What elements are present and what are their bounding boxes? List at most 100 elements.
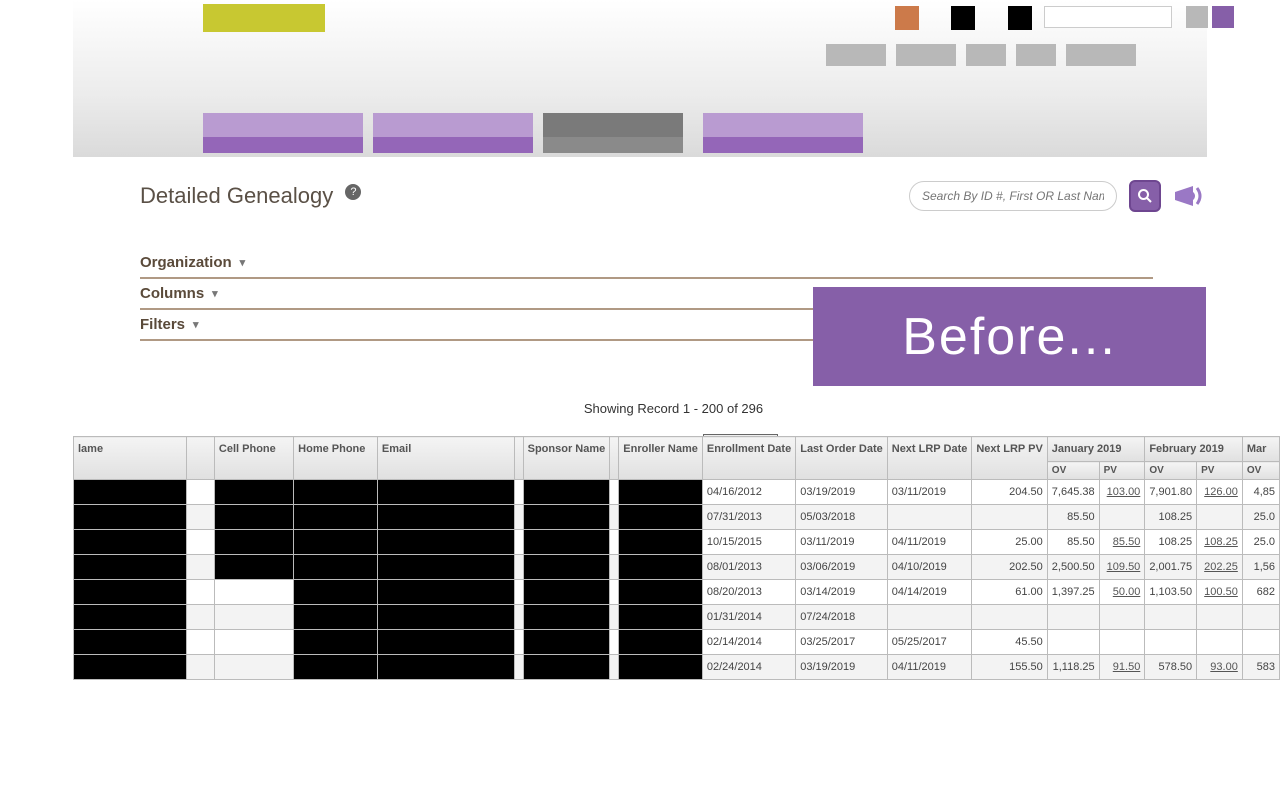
table-cell bbox=[1145, 605, 1197, 630]
th-pv2[interactable]: PV bbox=[1197, 462, 1243, 480]
table-cell bbox=[1197, 605, 1243, 630]
th-cell-phone[interactable]: Cell Phone bbox=[214, 437, 293, 480]
th-pv1[interactable]: PV bbox=[1099, 462, 1145, 480]
table-cell[interactable]: 109.50 bbox=[1099, 555, 1145, 580]
table-cell[interactable]: 108.25 bbox=[1197, 530, 1243, 555]
table-cell bbox=[377, 555, 514, 580]
help-icon[interactable]: ? bbox=[345, 184, 361, 200]
table-cell bbox=[294, 530, 378, 555]
header-search-box[interactable] bbox=[1044, 6, 1172, 28]
chevron-down-icon: ▾ bbox=[212, 287, 218, 300]
table-cell: 578.50 bbox=[1145, 655, 1197, 680]
table-cell bbox=[187, 655, 215, 680]
pv-link[interactable]: 93.00 bbox=[1210, 661, 1238, 673]
megaphone-icon[interactable] bbox=[1173, 182, 1207, 210]
table-cell bbox=[377, 505, 514, 530]
table-cell bbox=[1099, 605, 1145, 630]
record-count-text: Showing Record 1 - 200 of 296 bbox=[140, 401, 1207, 416]
nav-secondary-1[interactable] bbox=[826, 44, 886, 66]
table-cell: 02/24/2014 bbox=[702, 655, 795, 680]
th-ov2[interactable]: OV bbox=[1145, 462, 1197, 480]
table-cell bbox=[514, 505, 523, 530]
table-cell[interactable]: 85.50 bbox=[1099, 530, 1145, 555]
th-email[interactable]: Email bbox=[377, 437, 514, 480]
table-cell: 1,56 bbox=[1242, 555, 1279, 580]
main-tab-3-active[interactable] bbox=[543, 113, 683, 153]
search-input[interactable] bbox=[909, 181, 1117, 211]
table-cell bbox=[187, 505, 215, 530]
table-cell: 1,397.25 bbox=[1047, 580, 1099, 605]
table-cell: 4,85 bbox=[1242, 480, 1279, 505]
table-cell[interactable]: 126.00 bbox=[1197, 480, 1243, 505]
table-cell: 04/10/2019 bbox=[887, 555, 972, 580]
table-cell: 2,500.50 bbox=[1047, 555, 1099, 580]
th-month2[interactable]: February 2019 bbox=[1145, 437, 1243, 462]
table-cell bbox=[294, 580, 378, 605]
table-cell[interactable]: 100.50 bbox=[1197, 580, 1243, 605]
main-tab-4[interactable] bbox=[703, 113, 863, 153]
search-button[interactable] bbox=[1129, 180, 1161, 212]
table-cell bbox=[214, 530, 293, 555]
table-cell bbox=[887, 505, 972, 530]
nav-secondary-3[interactable] bbox=[966, 44, 1006, 66]
header-icon-3[interactable] bbox=[1008, 6, 1032, 30]
nav-secondary-4[interactable] bbox=[1016, 44, 1056, 66]
table-cell bbox=[619, 630, 703, 655]
nav-secondary-2[interactable] bbox=[896, 44, 956, 66]
th-sponsor-name[interactable]: Sponsor Name bbox=[523, 437, 610, 480]
header-icon-1[interactable] bbox=[895, 6, 919, 30]
th-home-phone[interactable]: Home Phone bbox=[294, 437, 378, 480]
table-cell: 03/19/2019 bbox=[796, 655, 888, 680]
main-tab-1[interactable] bbox=[203, 113, 363, 153]
th-gap2 bbox=[514, 437, 523, 480]
pv-link[interactable]: 85.50 bbox=[1113, 536, 1141, 548]
th-last-order-date[interactable]: Last Order Date bbox=[796, 437, 888, 480]
main-tab-2[interactable] bbox=[373, 113, 533, 153]
th-next-lrp-date[interactable]: Next LRP Date bbox=[887, 437, 972, 480]
pv-link[interactable]: 91.50 bbox=[1113, 661, 1141, 673]
table-cell: 04/16/2012 bbox=[702, 480, 795, 505]
th-ov3[interactable]: OV bbox=[1242, 462, 1279, 480]
accordion-organization[interactable]: Organization ▾ bbox=[140, 248, 1153, 279]
pv-link[interactable]: 109.50 bbox=[1107, 561, 1141, 573]
table-cell bbox=[514, 555, 523, 580]
th-enrollment-date[interactable]: Enrollment Date bbox=[702, 437, 795, 480]
table-cell[interactable]: 50.00 bbox=[1099, 580, 1145, 605]
table-cell[interactable]: 93.00 bbox=[1197, 655, 1243, 680]
overlay-badge: Before... bbox=[813, 287, 1206, 386]
header-icon-2[interactable] bbox=[951, 6, 975, 30]
table-cell bbox=[972, 605, 1047, 630]
header-icon-4[interactable] bbox=[1186, 6, 1208, 28]
th-name[interactable]: lame bbox=[74, 437, 187, 480]
table-cell: 7,645.38 bbox=[1047, 480, 1099, 505]
th-next-lrp-pv[interactable]: Next LRP PV bbox=[972, 437, 1047, 480]
nav-secondary-5[interactable] bbox=[1066, 44, 1136, 66]
th-month3[interactable]: Mar bbox=[1242, 437, 1279, 462]
logo bbox=[203, 4, 325, 32]
pv-link[interactable]: 50.00 bbox=[1113, 586, 1141, 598]
pv-link[interactable]: 100.50 bbox=[1204, 586, 1238, 598]
pv-link[interactable]: 126.00 bbox=[1204, 486, 1238, 498]
table-cell: 25.0 bbox=[1242, 505, 1279, 530]
table-cell bbox=[523, 530, 610, 555]
th-month1[interactable]: January 2019 bbox=[1047, 437, 1145, 462]
table-cell bbox=[514, 655, 523, 680]
table-cell bbox=[610, 480, 619, 505]
table-cell[interactable]: 202.25 bbox=[1197, 555, 1243, 580]
table-cell bbox=[74, 630, 187, 655]
table-cell bbox=[187, 630, 215, 655]
table-cell: 04/11/2019 bbox=[887, 655, 972, 680]
table-cell: 05/03/2018 bbox=[796, 505, 888, 530]
pv-link[interactable]: 202.25 bbox=[1204, 561, 1238, 573]
table-cell[interactable]: 103.00 bbox=[1099, 480, 1145, 505]
table-cell bbox=[74, 480, 187, 505]
table-cell bbox=[1197, 505, 1243, 530]
table-cell bbox=[1197, 630, 1243, 655]
table-cell[interactable]: 91.50 bbox=[1099, 655, 1145, 680]
th-ov1[interactable]: OV bbox=[1047, 462, 1099, 480]
table-cell: 682 bbox=[1242, 580, 1279, 605]
th-enroller-name[interactable]: Enroller Name bbox=[619, 437, 703, 480]
pv-link[interactable]: 103.00 bbox=[1107, 486, 1141, 498]
header-icon-5[interactable] bbox=[1212, 6, 1234, 28]
pv-link[interactable]: 108.25 bbox=[1204, 536, 1238, 548]
